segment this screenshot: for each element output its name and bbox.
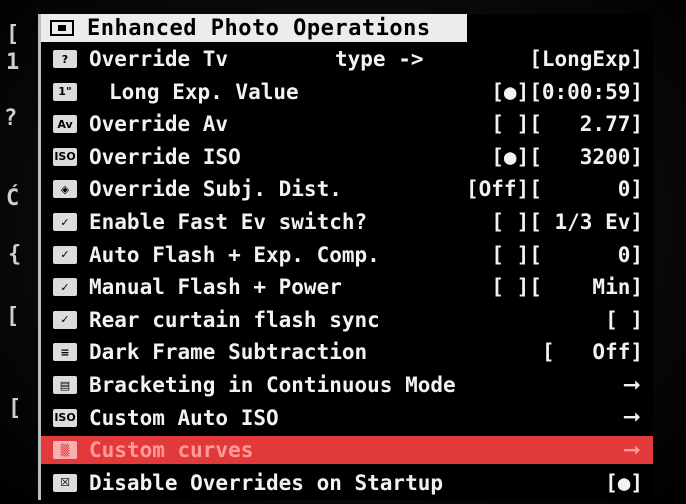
checkbox-icon: ✓: [53, 310, 77, 329]
menu-item-label: Enable Fast Ev switch?: [89, 210, 368, 234]
distance-icon: ◈: [53, 180, 77, 199]
menu-item-label: Override Tv: [89, 47, 229, 71]
menu-title: Enhanced Photo Operations: [87, 15, 431, 41]
checkbox-icon: ✓: [53, 245, 77, 264]
iso-icon: ISO: [53, 408, 77, 427]
menu-item-dark-frame-subtraction[interactable]: ≡ Dark Frame Subtraction [ Off]: [41, 338, 653, 366]
camera-screen: [ 1 ? Ć { [ [ Enhanced Photo Operations …: [0, 0, 686, 504]
checkbox-icon: ✓: [53, 213, 77, 231]
menu-item-label: Rear curtain flash sync: [89, 307, 380, 332]
menu-item-value: [●][ 3200]: [491, 144, 643, 169]
menu-item-override-av[interactable]: Av Override Av [ ][ 2.77]: [41, 110, 653, 138]
menu-item-value: [ ][ 1/3 Ev]: [491, 210, 643, 234]
menu-item-label: Override Subj. Dist.: [89, 177, 342, 202]
left-mark-2: ?: [4, 106, 18, 131]
disable-icon: ☒: [53, 473, 77, 492]
menu-item-label: Custom curves: [89, 438, 254, 463]
submenu-arrow-icon: ➞: [622, 437, 641, 463]
bracketing-icon: ▤: [53, 376, 77, 394]
left-mark-1: 1: [6, 50, 20, 75]
checkbox-icon: ✓: [53, 278, 77, 297]
background-ui-edge: [ 1 ? Ć { [ [: [0, 0, 40, 504]
left-mark-4: {: [8, 242, 22, 267]
menu-item-type-hint: type ->: [335, 47, 424, 71]
av-icon: Av: [53, 115, 77, 134]
left-mark-6: [: [8, 396, 22, 421]
camera-icon: [49, 18, 75, 38]
menu-item-label: Manual Flash + Power: [89, 275, 342, 300]
menu-item-bracketing-in-continuous-mode[interactable]: ▤ Bracketing in Continuous Mode ➞: [41, 371, 653, 399]
menu-item-label: Auto Flash + Exp. Comp.: [89, 242, 380, 267]
menu-item-value: [ ][ 0]: [491, 242, 643, 267]
menu-item-value: [ ][ Min]: [491, 275, 643, 300]
enhanced-photo-operations-menu: Enhanced Photo Operations ? Override Tv ty…: [38, 14, 653, 500]
menu-item-value: [●]: [605, 470, 643, 495]
menu-title-bar: Enhanced Photo Operations: [41, 14, 467, 42]
menu-item-override-tv[interactable]: ? Override Tv type -> [LongExp]: [41, 45, 653, 73]
iso-icon: ISO: [53, 147, 77, 166]
menu-item-long-exp-value[interactable]: 1" Long Exp. Value [●][0:00:59]: [41, 78, 653, 106]
menu-item-custom-curves[interactable]: ▒ Custom curves ➞: [41, 436, 653, 465]
menu-item-override-subj-dist[interactable]: ◈ Override Subj. Dist. [Off][ 0]: [41, 175, 653, 203]
left-mark-5: [: [6, 304, 20, 329]
tv-icon: 1": [53, 82, 77, 101]
left-mark-3: Ć: [6, 186, 20, 211]
list-icon: ≡: [53, 343, 77, 362]
curves-icon: ▒: [53, 441, 77, 460]
menu-item-manual-flash-power[interactable]: ✓ Manual Flash + Power [ ][ Min]: [41, 273, 653, 301]
menu-item-label: Override ISO: [89, 144, 241, 169]
menu-item-enable-fast-ev-switch[interactable]: ✓ Enable Fast Ev switch? [ ][ 1/3 Ev]: [41, 208, 653, 236]
submenu-arrow-icon: ➞: [622, 405, 641, 431]
menu-item-value: [●][0:00:59]: [491, 79, 643, 104]
menu-item-value: [ ]: [605, 307, 643, 332]
question-icon: ?: [53, 50, 77, 68]
menu-item-value: [ Off]: [541, 340, 643, 365]
menu-item-value: [LongExp]: [529, 47, 643, 71]
menu-item-label: Bracketing in Continuous Mode: [89, 373, 456, 397]
menu-item-label: Dark Frame Subtraction: [89, 340, 368, 365]
menu-item-rear-curtain-flash-sync[interactable]: ✓ Rear curtain flash sync [ ]: [41, 306, 653, 334]
menu-item-disable-overrides-on-startup[interactable]: ☒ Disable Overrides on Startup [●]: [41, 469, 653, 497]
menu-item-label: Override Av: [89, 112, 229, 137]
menu-item-custom-auto-iso[interactable]: ISO Custom Auto ISO ➞: [41, 404, 653, 432]
left-mark-0: [: [6, 22, 20, 47]
menu-item-label: Custom Auto ISO: [89, 405, 279, 430]
menu-item-value: [Off][ 0]: [465, 177, 643, 202]
menu-item-label: Long Exp. Value: [109, 79, 299, 104]
menu-item-label: Disable Overrides on Startup: [89, 470, 444, 495]
menu-item-override-iso[interactable]: ISO Override ISO [●][ 3200]: [41, 143, 653, 171]
menu-item-value: [ ][ 2.77]: [491, 112, 643, 137]
menu-item-auto-flash-exp-comp[interactable]: ✓ Auto Flash + Exp. Comp. [ ][ 0]: [41, 241, 653, 269]
submenu-arrow-icon: ➞: [622, 372, 641, 398]
